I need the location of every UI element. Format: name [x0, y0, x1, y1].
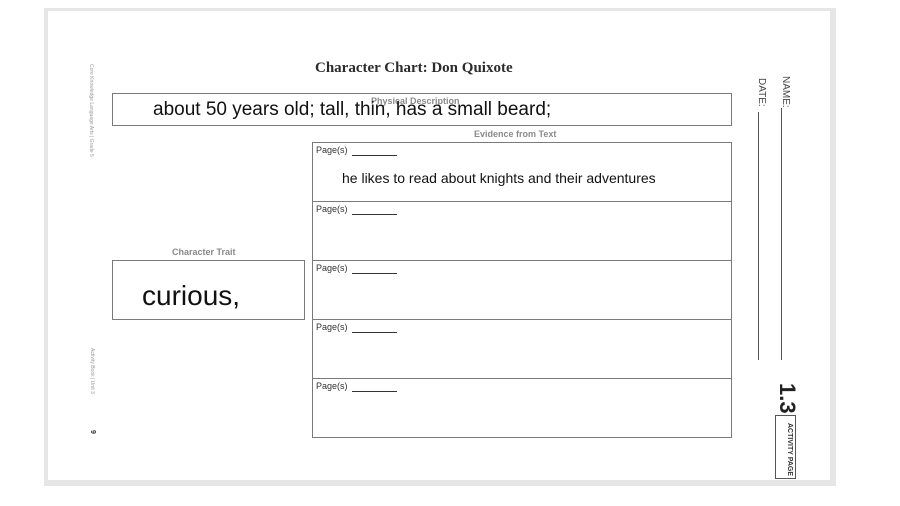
- character-trait-label: Character Trait: [172, 247, 236, 257]
- page-label: Page(s): [316, 145, 348, 155]
- page-number-blank[interactable]: [352, 391, 397, 392]
- date-line[interactable]: [758, 112, 759, 360]
- name-label: NAME:: [780, 76, 791, 108]
- name-line[interactable]: [781, 108, 782, 360]
- evidence-row-3[interactable]: Page(s): [312, 260, 732, 320]
- left-margin-course-text: Core Knowledge Language Arts | Grade 5: [88, 64, 94, 157]
- activity-page-label: ACTIVITY PAGE: [786, 423, 793, 477]
- page-label: Page(s): [316, 263, 348, 273]
- page-number-blank[interactable]: [352, 273, 397, 274]
- page-number-blank[interactable]: [352, 332, 397, 333]
- evidence-row-5[interactable]: Page(s): [312, 378, 732, 438]
- physical-description-answer[interactable]: about 50 years old; tall, thin, has a sm…: [153, 99, 551, 121]
- evidence-answer-1[interactable]: he likes to read about knights and their…: [342, 170, 656, 186]
- character-trait-answer[interactable]: curious,: [142, 280, 240, 312]
- evidence-row-2[interactable]: Page(s): [312, 201, 732, 261]
- page-label: Page(s): [316, 204, 348, 214]
- evidence-row-4[interactable]: Page(s): [312, 319, 732, 379]
- date-label: DATE:: [756, 78, 767, 107]
- page-label: Page(s): [316, 381, 348, 391]
- worksheet-title: Character Chart: Don Quixote: [315, 60, 513, 76]
- evidence-label: Evidence from Text: [474, 129, 557, 139]
- left-margin-book-text: Activity Book | Unit 3: [89, 348, 95, 394]
- page-number-blank[interactable]: [352, 214, 397, 215]
- page-number-blank[interactable]: [352, 155, 397, 156]
- page-number: 9: [89, 430, 96, 434]
- activity-number: 1.3: [775, 383, 800, 414]
- page-label: Page(s): [316, 322, 348, 332]
